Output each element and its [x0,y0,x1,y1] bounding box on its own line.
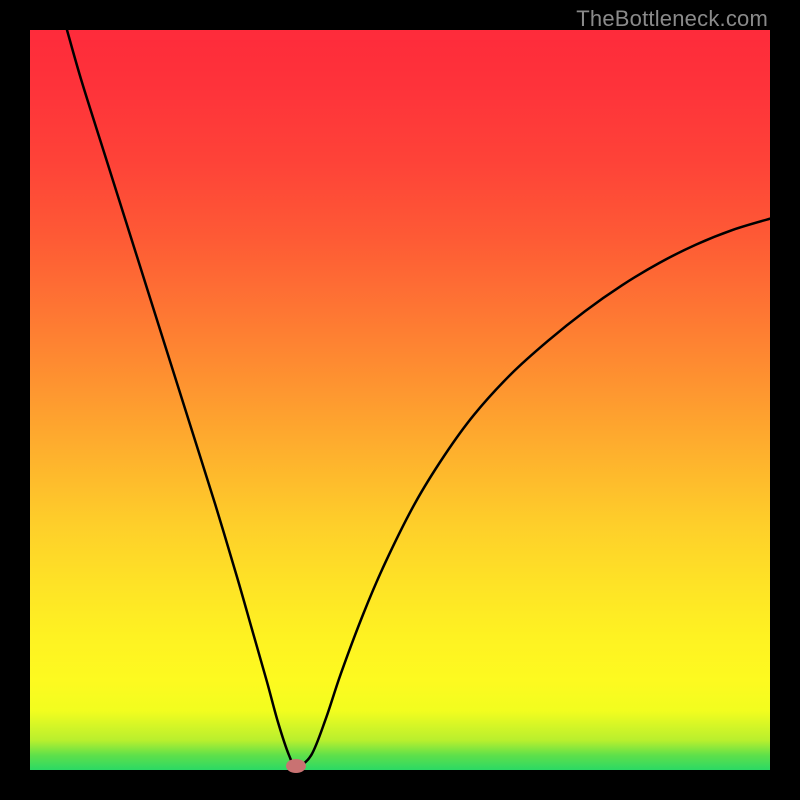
plot-area [30,30,770,770]
optimal-point-marker [286,759,306,773]
chart-frame: TheBottleneck.com [0,0,800,800]
bottleneck-curve [30,30,770,770]
watermark-text: TheBottleneck.com [576,6,768,32]
